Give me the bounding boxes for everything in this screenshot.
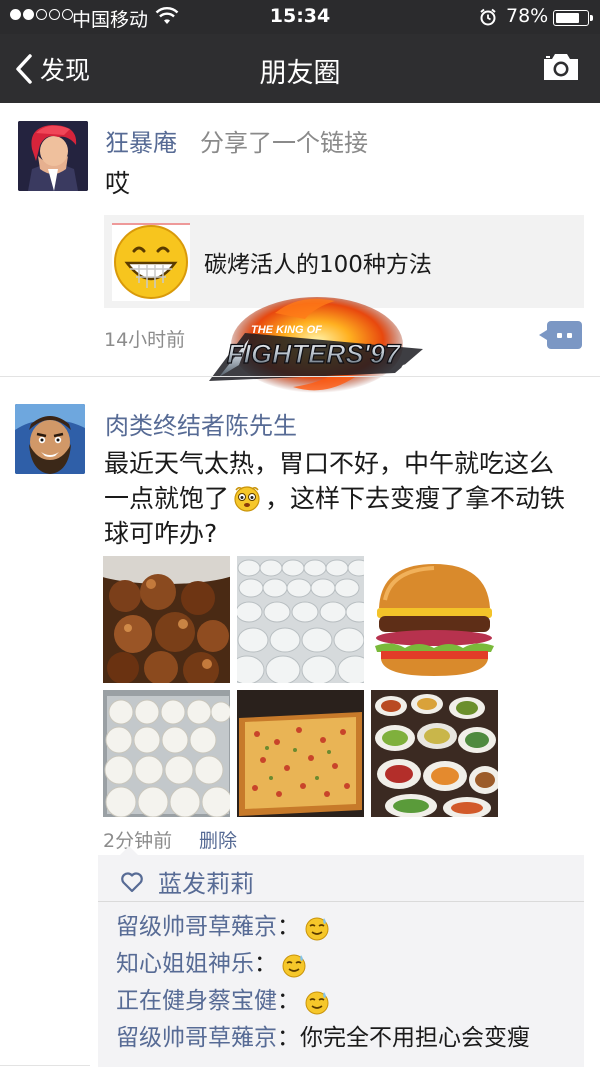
likes-comments-panel: 蓝发莉莉 留级帅哥草薙京： 知心姐姐神乐： 正在健身蔡宝健 ： 留级帅哥草薙京 … [98,846,584,1067]
comment-icon[interactable] [539,321,582,349]
post-action-text: 分享了一个链接 [200,129,368,157]
moments-feed[interactable]: 狂暴庵 分享了一个链接 哎 碳烤活人的100种方法 14小时前 THE KING… [0,103,600,1067]
commenter-name[interactable]: 知心姐姐神乐 [116,946,254,983]
photo-steamed-buns[interactable] [103,690,230,817]
poster-name[interactable]: 狂暴庵 [105,123,177,158]
photo-hamburger[interactable] [371,556,498,683]
logo-suffix: OL [401,363,414,373]
post-timestamp: 14小时前 [104,329,186,351]
alarm-clock-icon [480,8,496,26]
post-divider [0,376,600,377]
photo-boiled-eggs[interactable] [237,556,364,683]
grin-emoji-icon [112,223,190,301]
commenter-name[interactable]: 留级帅哥草薙京 [116,1020,277,1057]
bashful-emoji-icon [234,486,260,512]
page-title: 朋友圈 [259,58,341,89]
likes-comments-separator [98,901,584,902]
comment-item[interactable]: 留级帅哥草薙京：你完全不用担心会变瘦 [116,1020,530,1057]
sweat-smile-emoji-icon [282,954,306,977]
battery-icon [553,10,593,26]
link-title: 碳烤活人的100种方法 [204,252,432,278]
avatar[interactable] [18,121,88,191]
comment-item[interactable]: 正在健身蔡宝健： [116,983,530,1020]
camera-icon[interactable] [542,52,580,82]
comment-text: 你完全不用担心会变瘦 [300,1025,530,1051]
logo-line2: FIGHTERS'97 [227,339,402,369]
avatar[interactable] [15,404,85,474]
photo-banquet-dishes[interactable] [371,690,498,817]
comment-item[interactable]: 知心姐姐神乐： [116,946,530,983]
delete-link[interactable]: 删除 [199,826,237,853]
heart-icon [121,871,143,892]
commenter-name[interactable]: 留级帅哥草薙京 [116,909,277,946]
comment-list: 留级帅哥草薙京： 知心姐姐神乐： 正在健身蔡宝健 ： 留级帅哥草薙京 ： 你完全… [116,909,530,1057]
game-logo-watermark: THE KING OF FIGHTERS'97 OL [209,297,423,393]
likes-row: 蓝发莉莉 [120,864,254,899]
commenter-name[interactable]: 正在健身蔡宝健 [116,983,277,1020]
liker-name[interactable]: 蓝发莉莉 [158,864,254,899]
photo-pizza[interactable] [237,690,364,817]
status-bar: 中国移动 15:34 78% [0,0,600,34]
post-text: 哎 [105,169,131,198]
navigation-bar: 发现 朋友圈 [0,34,600,103]
post-divider [0,1065,90,1066]
sweat-smile-emoji-icon [305,917,329,940]
photo-grid [103,556,503,818]
logo-line1: THE KING OF [251,324,322,336]
battery-percentage: 78% [506,5,549,27]
photo-braised-chicken[interactable] [103,556,230,683]
post-text: 最近天气太热，胃口不好，中午就吃这么一点就饱了 ，这样下去变瘦了拿不动铁球可咋办… [104,446,574,551]
comment-item[interactable]: 留级帅哥草薙京： [116,909,530,946]
poster-name[interactable]: 肉类终结者陈先生 [105,406,297,441]
sweat-smile-emoji-icon [305,991,329,1014]
